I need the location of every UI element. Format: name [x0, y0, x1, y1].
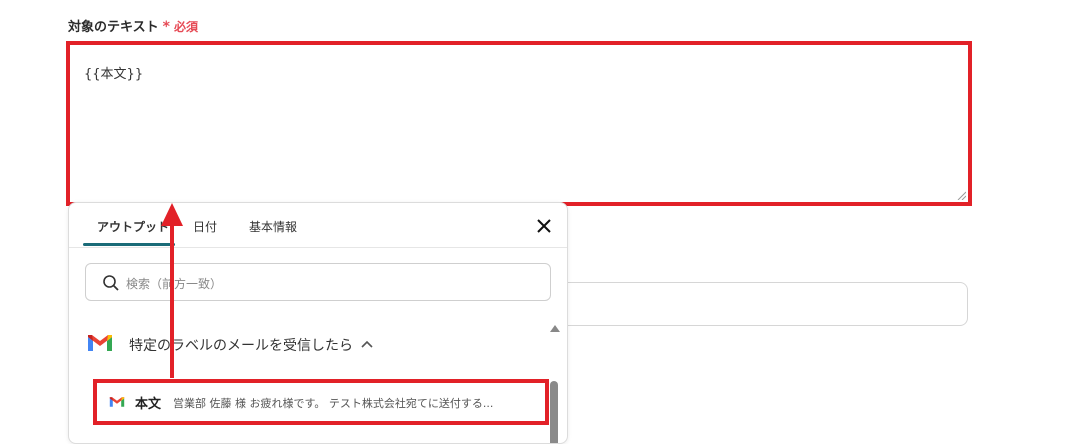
search-input[interactable] — [124, 273, 528, 295]
tab-output[interactable]: アウトプット — [97, 218, 169, 235]
panel-tabs: アウトプット 日付 基本情報 — [69, 203, 567, 248]
output-picker-panel: アウトプット 日付 基本情報 特定のラベルのメールを受信したら — [68, 202, 568, 444]
gmail-icon — [88, 335, 112, 351]
search-box[interactable] — [85, 263, 551, 301]
output-item-label: 本文 — [135, 397, 162, 412]
background-input-field[interactable] — [560, 282, 968, 326]
field-label: 対象のテキスト * 必須 — [68, 16, 198, 35]
resize-grip-icon[interactable] — [956, 190, 966, 200]
tab-basic-info[interactable]: 基本情報 — [249, 218, 297, 235]
scrollbar-thumb[interactable] — [550, 381, 558, 443]
gmail-icon — [109, 397, 125, 407]
active-tab-indicator — [83, 243, 175, 246]
target-text-textarea[interactable]: {{本文}} — [66, 41, 972, 206]
required-badge: 必須 — [173, 20, 198, 34]
output-item-body[interactable]: 本文 営業部 佐藤 様 お疲れ様です。 テスト株式会社宛てに送付する... — [93, 379, 549, 425]
textarea-body[interactable]: {{本文}} — [70, 45, 968, 202]
field-label-text: 対象のテキスト — [68, 20, 159, 35]
chevron-up-icon[interactable] — [361, 339, 373, 349]
search-icon — [103, 275, 119, 291]
tab-date[interactable]: 日付 — [193, 218, 217, 235]
trigger-group-header[interactable]: 特定のラベルのメールを受信したら — [85, 331, 545, 357]
textarea-value: {{本文}} — [84, 67, 144, 82]
scroll-up-arrow-icon[interactable] — [549, 323, 561, 333]
output-item-preview: 営業部 佐藤 様 お疲れ様です。 テスト株式会社宛てに送付する... — [173, 397, 494, 410]
group-title: 特定のラベルのメールを受信したら — [129, 338, 353, 354]
close-icon[interactable] — [535, 217, 553, 235]
required-star: * — [162, 19, 170, 35]
